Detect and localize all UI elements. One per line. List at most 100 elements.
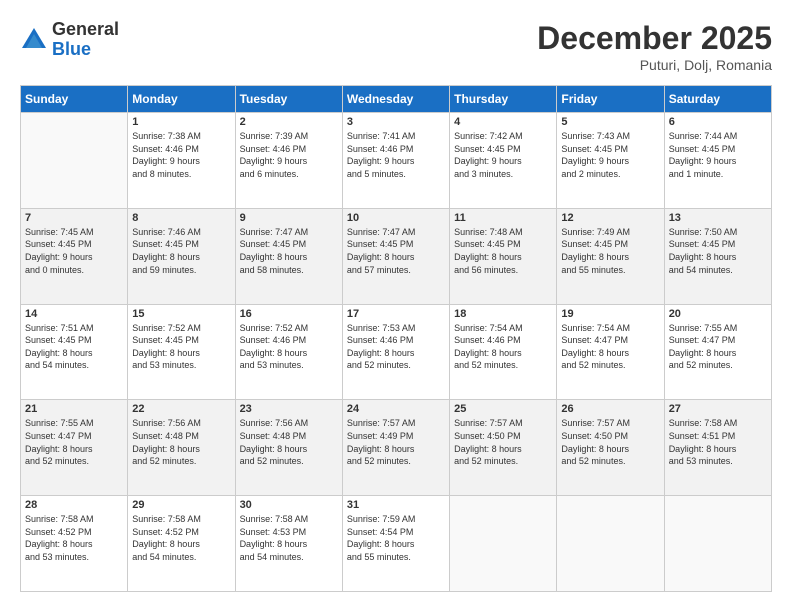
page: General Blue December 2025 Puturi, Dolj,… [0,0,792,612]
location: Puturi, Dolj, Romania [537,57,772,73]
calendar-body: 1 Sunrise: 7:38 AMSunset: 4:46 PMDaylight… [21,113,772,592]
day-info: Sunrise: 7:43 AMSunset: 4:45 PMDaylight:… [561,130,659,180]
day-cell [664,496,771,592]
day-number: 4 [454,116,552,128]
day-cell [450,496,557,592]
day-info: Sunrise: 7:47 AMSunset: 4:45 PMDaylight:… [240,226,338,276]
day-info: Sunrise: 7:54 AMSunset: 4:46 PMDaylight:… [454,322,552,372]
day-cell: 12Sunrise: 7:49 AMSunset: 4:45 PMDayligh… [557,208,664,304]
day-info: Sunrise: 7:41 AMSunset: 4:46 PMDaylight:… [347,130,445,180]
header-cell-monday: Monday [128,86,235,113]
day-info: Sunrise: 7:44 AMSunset: 4:45 PMDaylight:… [669,130,767,180]
day-cell: 16Sunrise: 7:52 AMSunset: 4:46 PMDayligh… [235,304,342,400]
day-number: 14 [25,308,123,320]
day-info: Sunrise: 7:58 AMSunset: 4:52 PMDaylight:… [25,513,123,563]
day-number: 31 [347,499,445,511]
header-cell-tuesday: Tuesday [235,86,342,113]
logo-general: General [52,20,119,40]
day-info: Sunrise: 7:55 AMSunset: 4:47 PMDaylight:… [25,417,123,467]
day-cell: 2 Sunrise: 7:39 AMSunset: 4:46 PMDaylight… [235,113,342,209]
day-cell: 19 Sunrise: 7:54 AMSunset: 4:47 PMDayligh… [557,304,664,400]
day-info: Sunrise: 7:45 AMSunset: 4:45 PMDaylight:… [25,226,123,276]
day-cell: 27 Sunrise: 7:58 AMSunset: 4:51 PMDayligh… [664,400,771,496]
day-cell [21,113,128,209]
day-number: 2 [240,116,338,128]
day-number: 8 [132,212,230,224]
week-row-3: 14 Sunrise: 7:51 AMSunset: 4:45 PMDayligh… [21,304,772,400]
day-number: 23 [240,403,338,415]
day-info: Sunrise: 7:58 AMSunset: 4:51 PMDaylight:… [669,417,767,467]
header-cell-saturday: Saturday [664,86,771,113]
day-info: Sunrise: 7:55 AMSunset: 4:47 PMDaylight:… [669,322,767,372]
day-number: 1 [132,116,230,128]
day-info: Sunrise: 7:52 AMSunset: 4:46 PMDaylight:… [240,322,338,372]
day-number: 13 [669,212,767,224]
week-row-4: 21 Sunrise: 7:55 AMSunset: 4:47 PMDayligh… [21,400,772,496]
day-number: 10 [347,212,445,224]
day-cell: 23Sunrise: 7:56 AMSunset: 4:48 PMDayligh… [235,400,342,496]
day-number: 25 [454,403,552,415]
week-row-1: 1 Sunrise: 7:38 AMSunset: 4:46 PMDaylight… [21,113,772,209]
day-cell: 15 Sunrise: 7:52 AMSunset: 4:45 PMDayligh… [128,304,235,400]
day-number: 19 [561,308,659,320]
day-number: 26 [561,403,659,415]
header-cell-thursday: Thursday [450,86,557,113]
day-info: Sunrise: 7:52 AMSunset: 4:45 PMDaylight:… [132,322,230,372]
day-info: Sunrise: 7:57 AMSunset: 4:49 PMDaylight:… [347,417,445,467]
day-info: Sunrise: 7:57 AMSunset: 4:50 PMDaylight:… [454,417,552,467]
logo-blue: Blue [52,40,119,60]
day-cell: 29 Sunrise: 7:58 AMSunset: 4:52 PMDayligh… [128,496,235,592]
day-cell: 11Sunrise: 7:48 AMSunset: 4:45 PMDayligh… [450,208,557,304]
calendar-header: SundayMondayTuesdayWednesdayThursdayFrid… [21,86,772,113]
day-number: 5 [561,116,659,128]
day-number: 6 [669,116,767,128]
logo: General Blue [20,20,119,60]
day-info: Sunrise: 7:58 AMSunset: 4:52 PMDaylight:… [132,513,230,563]
day-info: Sunrise: 7:47 AMSunset: 4:45 PMDaylight:… [347,226,445,276]
day-cell: 20 Sunrise: 7:55 AMSunset: 4:47 PMDayligh… [664,304,771,400]
day-cell: 17 Sunrise: 7:53 AMSunset: 4:46 PMDayligh… [342,304,449,400]
day-number: 27 [669,403,767,415]
logo-icon [20,26,48,54]
day-info: Sunrise: 7:49 AMSunset: 4:45 PMDaylight:… [561,226,659,276]
day-cell: 28 Sunrise: 7:58 AMSunset: 4:52 PMDayligh… [21,496,128,592]
day-cell: 25 Sunrise: 7:57 AMSunset: 4:50 PMDayligh… [450,400,557,496]
header-row: SundayMondayTuesdayWednesdayThursdayFrid… [21,86,772,113]
day-cell: 6 Sunrise: 7:44 AMSunset: 4:45 PMDaylight… [664,113,771,209]
day-info: Sunrise: 7:54 AMSunset: 4:47 PMDaylight:… [561,322,659,372]
title-block: December 2025 Puturi, Dolj, Romania [537,20,772,73]
day-cell: 9 Sunrise: 7:47 AMSunset: 4:45 PMDaylight… [235,208,342,304]
day-number: 29 [132,499,230,511]
day-number: 9 [240,212,338,224]
header-cell-wednesday: Wednesday [342,86,449,113]
day-info: Sunrise: 7:48 AMSunset: 4:45 PMDaylight:… [454,226,552,276]
day-cell: 14 Sunrise: 7:51 AMSunset: 4:45 PMDayligh… [21,304,128,400]
day-number: 30 [240,499,338,511]
day-number: 24 [347,403,445,415]
day-cell: 24 Sunrise: 7:57 AMSunset: 4:49 PMDayligh… [342,400,449,496]
day-number: 28 [25,499,123,511]
day-cell: 31Sunrise: 7:59 AMSunset: 4:54 PMDayligh… [342,496,449,592]
day-number: 20 [669,308,767,320]
day-number: 17 [347,308,445,320]
day-cell: 1 Sunrise: 7:38 AMSunset: 4:46 PMDaylight… [128,113,235,209]
day-info: Sunrise: 7:46 AMSunset: 4:45 PMDaylight:… [132,226,230,276]
week-row-2: 7 Sunrise: 7:45 AMSunset: 4:45 PMDaylight… [21,208,772,304]
day-number: 3 [347,116,445,128]
calendar-table: SundayMondayTuesdayWednesdayThursdayFrid… [20,85,772,592]
day-info: Sunrise: 7:38 AMSunset: 4:46 PMDaylight:… [132,130,230,180]
day-info: Sunrise: 7:39 AMSunset: 4:46 PMDaylight:… [240,130,338,180]
day-cell: 13Sunrise: 7:50 AMSunset: 4:45 PMDayligh… [664,208,771,304]
day-info: Sunrise: 7:53 AMSunset: 4:46 PMDaylight:… [347,322,445,372]
day-number: 18 [454,308,552,320]
day-cell [557,496,664,592]
day-cell: 10 Sunrise: 7:47 AMSunset: 4:45 PMDayligh… [342,208,449,304]
day-number: 21 [25,403,123,415]
day-number: 15 [132,308,230,320]
day-cell: 5 Sunrise: 7:43 AMSunset: 4:45 PMDaylight… [557,113,664,209]
header-cell-sunday: Sunday [21,86,128,113]
day-info: Sunrise: 7:58 AMSunset: 4:53 PMDaylight:… [240,513,338,563]
day-number: 7 [25,212,123,224]
day-info: Sunrise: 7:51 AMSunset: 4:45 PMDaylight:… [25,322,123,372]
week-row-5: 28 Sunrise: 7:58 AMSunset: 4:52 PMDayligh… [21,496,772,592]
